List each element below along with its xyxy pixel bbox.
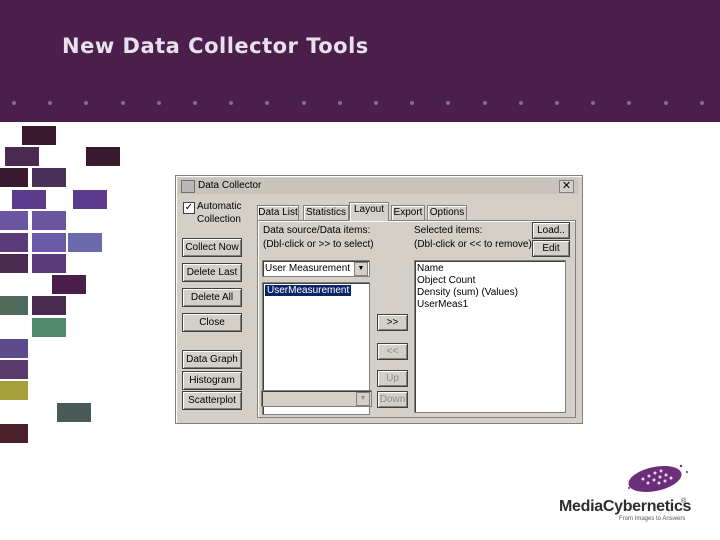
deco-tile	[0, 211, 28, 230]
registered-mark: ®	[681, 498, 687, 505]
selected-item[interactable]: Density (sum) (Values)	[417, 287, 563, 299]
deco-tile	[0, 233, 28, 252]
banner-dot	[265, 101, 270, 105]
deco-tile	[52, 275, 86, 294]
deco-tile	[57, 403, 91, 422]
automatic-collection-label-line2: Collection	[197, 214, 241, 225]
deco-tile	[86, 147, 120, 166]
close-button[interactable]: Close	[182, 313, 242, 332]
load-button[interactable]: Load..	[532, 222, 570, 239]
logo-wordmark: MediaCybernetics	[559, 498, 692, 515]
deco-tile	[0, 296, 28, 315]
data-source-dropdown[interactable]: User Measurement ▼	[262, 260, 370, 277]
banner-dot	[374, 101, 378, 105]
banner-dot	[156, 101, 161, 105]
deco-tile	[22, 126, 56, 145]
slide-title: New Data Collector Tools	[62, 34, 369, 58]
remove-item-button[interactable]: <<	[377, 343, 408, 360]
app-icon	[181, 180, 195, 193]
tab-layout[interactable]: Layout	[349, 202, 389, 221]
add-item-button[interactable]: >>	[377, 314, 408, 331]
data-source-label: Data source/Data items:	[263, 225, 371, 236]
data-collector-dialog: Data Collector ✕ ✓ Automatic Collection …	[175, 175, 583, 424]
banner-dot	[555, 101, 559, 105]
move-up-button[interactable]: Up	[377, 370, 408, 387]
deco-tile	[0, 360, 28, 379]
tab-export[interactable]: Export	[391, 205, 425, 220]
deco-tile	[32, 254, 66, 273]
delete-all-button[interactable]: Delete All	[182, 288, 242, 307]
deco-tile	[32, 211, 66, 230]
data-source-hint: (Dbl-click or >> to select)	[263, 239, 374, 250]
banner-dot	[301, 101, 306, 105]
deco-tile	[32, 168, 66, 187]
tab-data-list[interactable]: Data List	[257, 205, 299, 220]
selected-item[interactable]: UserMeas1	[417, 299, 563, 311]
tab-statistics[interactable]: Statistics	[303, 205, 349, 220]
banner-dot	[229, 101, 234, 105]
move-down-button[interactable]: Down	[377, 391, 408, 408]
data-items-list-item-selected[interactable]: UserMeasurement	[265, 285, 352, 296]
deco-tile	[68, 233, 102, 252]
chevron-down-icon[interactable]: ▼	[354, 262, 368, 276]
automatic-collection-label: Automatic	[197, 201, 242, 212]
deco-tile	[0, 339, 28, 358]
deco-tile	[0, 424, 28, 443]
logo-tagline: From Images to Answers	[619, 516, 686, 522]
banner-dot	[410, 101, 415, 105]
data-graph-button[interactable]: Data Graph	[182, 350, 242, 369]
banner-dot	[663, 101, 668, 105]
edit-button[interactable]: Edit	[532, 240, 570, 257]
banner-dot	[591, 101, 596, 105]
selected-items-label: Selected items:	[414, 225, 483, 236]
deco-tile	[5, 147, 39, 166]
close-icon[interactable]: ✕	[559, 180, 574, 193]
histogram-button[interactable]: Histogram	[182, 371, 242, 390]
logo-mark-icon	[628, 464, 688, 493]
banner-dot	[482, 101, 487, 105]
tab-options[interactable]: Options	[427, 205, 467, 220]
banner-dot	[446, 101, 451, 105]
delete-last-button[interactable]: Delete Last	[182, 263, 242, 282]
selected-item[interactable]: Object Count	[417, 275, 563, 287]
deco-tile	[32, 233, 66, 252]
chevron-down-icon: ▼	[356, 392, 370, 406]
deco-tile	[0, 254, 28, 273]
selected-items-hint: (Dbl-click or << to remove)	[414, 239, 532, 250]
banner-dot	[48, 101, 53, 105]
banner-dot	[84, 101, 89, 105]
deco-tile	[0, 168, 28, 187]
scatterplot-button[interactable]: Scatterplot	[182, 391, 242, 410]
selected-item[interactable]: Name	[417, 263, 563, 275]
data-source-dropdown-value: User Measurement	[265, 263, 351, 274]
dialog-title: Data Collector	[198, 180, 262, 191]
collect-now-button[interactable]: Collect Now	[182, 238, 242, 257]
banner-dot	[193, 101, 197, 105]
banner-dot-row	[0, 101, 720, 107]
deco-tile	[73, 190, 107, 209]
banner-dot	[337, 101, 342, 105]
deco-tile	[32, 318, 66, 337]
banner-dot	[699, 101, 704, 105]
dialog-titlebar[interactable]: Data Collector ✕	[178, 178, 578, 194]
selected-items-list[interactable]: Name Object Count Density (sum) (Values)…	[414, 260, 566, 413]
deco-tile	[32, 296, 66, 315]
banner-dot	[12, 101, 16, 105]
deco-tile	[12, 190, 46, 209]
banner-dot	[627, 101, 632, 105]
banner-dot	[518, 101, 523, 105]
banner-dot	[120, 101, 125, 105]
disabled-dropdown: ▼	[261, 390, 372, 407]
automatic-collection-checkbox[interactable]: ✓	[183, 202, 195, 214]
deco-tile	[0, 381, 28, 400]
